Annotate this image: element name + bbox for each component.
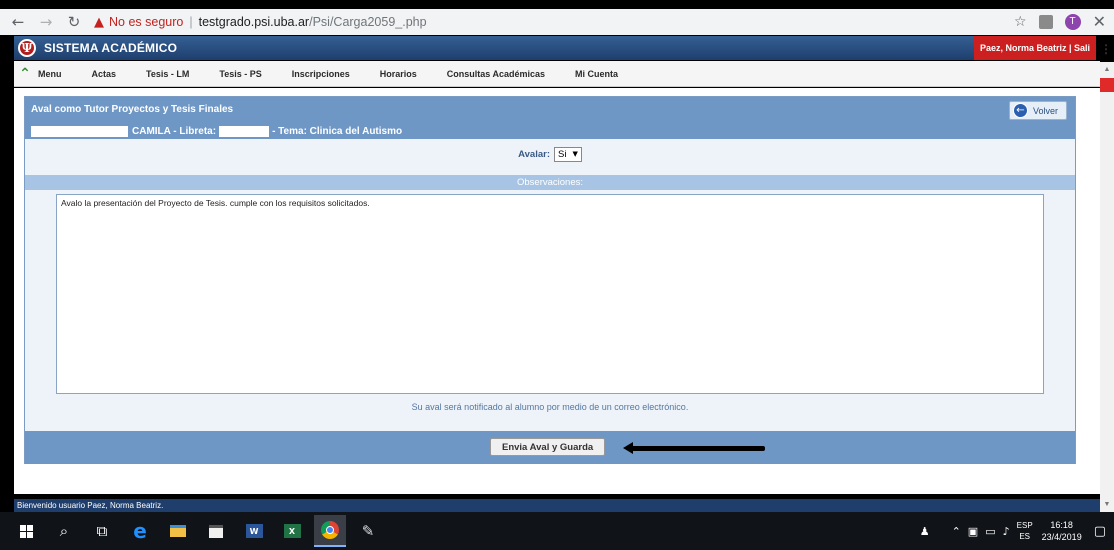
panel-header: Aval como Tutor Proyectos y Tesis Finale… [25,97,1075,139]
redacted-libreta [219,125,270,137]
avalar-value: Si [558,148,567,160]
people-icon[interactable]: ♟ [920,525,930,538]
aval-panel: Aval como Tutor Proyectos y Tesis Finale… [24,96,1076,464]
dropdown-caret-icon: ▼ [572,150,578,158]
store-icon[interactable] [200,515,232,547]
lang-bottom: ES [1019,532,1030,541]
panel-title: Aval como Tutor Proyectos y Tesis Finale… [31,104,234,115]
main-content: Aval como Tutor Proyectos y Tesis Finale… [14,88,1100,494]
screen: ← → ↻ ▲ No es seguro | testgrado.psi.uba… [0,0,1114,550]
volume-icon[interactable]: ♪ [1003,525,1010,538]
file-explorer-icon[interactable] [162,515,194,547]
student-name: CAMILA - Libreta: [132,125,217,137]
excel-icon[interactable]: X [276,515,308,547]
address-bar[interactable]: ▲ No es seguro | testgrado.psi.uba.ar /P… [94,12,427,32]
thesis-theme: - Tema: Clinica del Autismo [272,125,403,137]
avalar-select[interactable]: Si ▼ [554,146,582,162]
menu-item-inscripciones[interactable]: Inscripciones [292,69,350,79]
forward-arrow-icon[interactable]: → [36,12,56,32]
browser-toolbar: ← → ↻ ▲ No es seguro | testgrado.psi.uba… [0,9,1114,35]
task-view-icon[interactable]: ⧉ [86,515,118,547]
network-icon[interactable]: ▣ [968,525,978,538]
word-icon[interactable]: W [238,515,270,547]
display-icon[interactable]: ▭ [985,525,995,538]
close-icon[interactable]: ✕ [1093,12,1106,31]
annotation-arrow [630,446,765,451]
system-tray: ♟ ⌃ ▣ ▭ ♪ ESP ES 16:18 23/4/2019 ▢ [920,512,1114,550]
warning-icon: ▲ [94,14,104,30]
clock-time: 16:18 [1050,520,1073,530]
notify-text: Su aval será notificado al alumno por me… [411,402,689,412]
submit-aval-button[interactable]: Envia Aval y Guarda [490,438,606,456]
redacted-name [31,125,128,137]
panel-footer: Envia Aval y Guarda [25,431,1075,464]
back-arrow-icon[interactable]: ← [8,12,28,32]
url-separator: | [189,15,193,29]
bookmark-star-icon[interactable]: ☆ [1014,14,1027,30]
language-indicator[interactable]: ESP ES [1017,520,1033,542]
menu-item-horarios[interactable]: Horarios [380,69,417,79]
status-bar: Bienvenido usuario Paez, Norma Beatriz. [14,499,1100,512]
back-circle-icon: ← [1012,103,1028,118]
observaciones-header: Observaciones: [25,175,1075,190]
profile-avatar[interactable]: T [1064,13,1081,30]
observaciones-textarea[interactable]: Avalo la presentación del Proyecto de Te… [56,194,1044,394]
menu-item-menu[interactable]: Menu [38,69,62,79]
volver-label: Volver [1032,105,1058,116]
clock[interactable]: 16:18 23/4/2019 [1042,519,1082,543]
notification-icon[interactable]: ▢ [1094,524,1106,539]
app-title: SISTEMA ACADÉMICO [44,41,178,55]
menu-item-actas[interactable]: Actas [92,69,117,79]
app-header: Ψ SISTEMA ACADÉMICO Paez, Norma Beatriz … [14,36,1096,60]
avalar-row: Avalar: Si ▼ [25,145,1075,163]
psi-logo-icon: Ψ [18,39,36,57]
clock-date: 23/4/2019 [1041,532,1082,542]
student-info: CAMILA - Libreta: - Tema: Clinica del Au… [31,125,402,137]
scroll-up-icon[interactable]: ▲ [1100,66,1114,73]
chevron-up-icon[interactable]: ⌃ [952,525,961,538]
chrome-icon[interactable] [314,515,346,547]
menu-item-tesis-lm[interactable]: Tesis - LM [146,69,189,79]
url-path: /Psi/Carga2059_.php [309,15,427,29]
volver-button[interactable]: ← Volver [1008,101,1067,120]
menu-umbrella-icon[interactable]: ⌃ [16,66,34,82]
paint-icon[interactable]: ✎ [352,515,384,547]
menu-item-tesis-ps[interactable]: Tesis - PS [219,69,261,79]
avalar-label: Avalar: [518,148,550,160]
browser-menu-icon[interactable]: ⋮ [1100,42,1112,56]
browser-actions: ☆ T ✕ [1014,12,1106,31]
edge-browser-icon[interactable]: e [124,515,156,547]
lang-top: ESP [1016,521,1033,530]
url-host: testgrado.psi.uba.ar [198,15,310,29]
reload-icon[interactable]: ↻ [64,12,84,32]
page-scrollbar[interactable]: ▲ ▼ [1100,62,1114,512]
scroll-down-icon[interactable]: ▼ [1100,501,1114,508]
user-logout-box[interactable]: Paez, Norma Beatriz | Sali [973,36,1096,60]
windows-start-icon[interactable] [10,515,42,547]
insecure-label: No es seguro [109,15,184,29]
menu-bar: ⌃ Menu Actas Tesis - LM Tesis - PS Inscr… [14,61,1100,87]
menu-item-consultas[interactable]: Consultas Académicas [447,69,545,79]
menu-item-mi-cuenta[interactable]: Mi Cuenta [575,69,618,79]
taskbar: ⌕ ⧉ e W X ✎ ♟ ⌃ ▣ ▭ ♪ ESP ES 16:18 23/4/… [0,512,1114,550]
search-icon[interactable]: ⌕ [48,515,80,547]
extension-icon[interactable] [1038,14,1053,29]
scroll-thumb[interactable] [1100,78,1114,92]
